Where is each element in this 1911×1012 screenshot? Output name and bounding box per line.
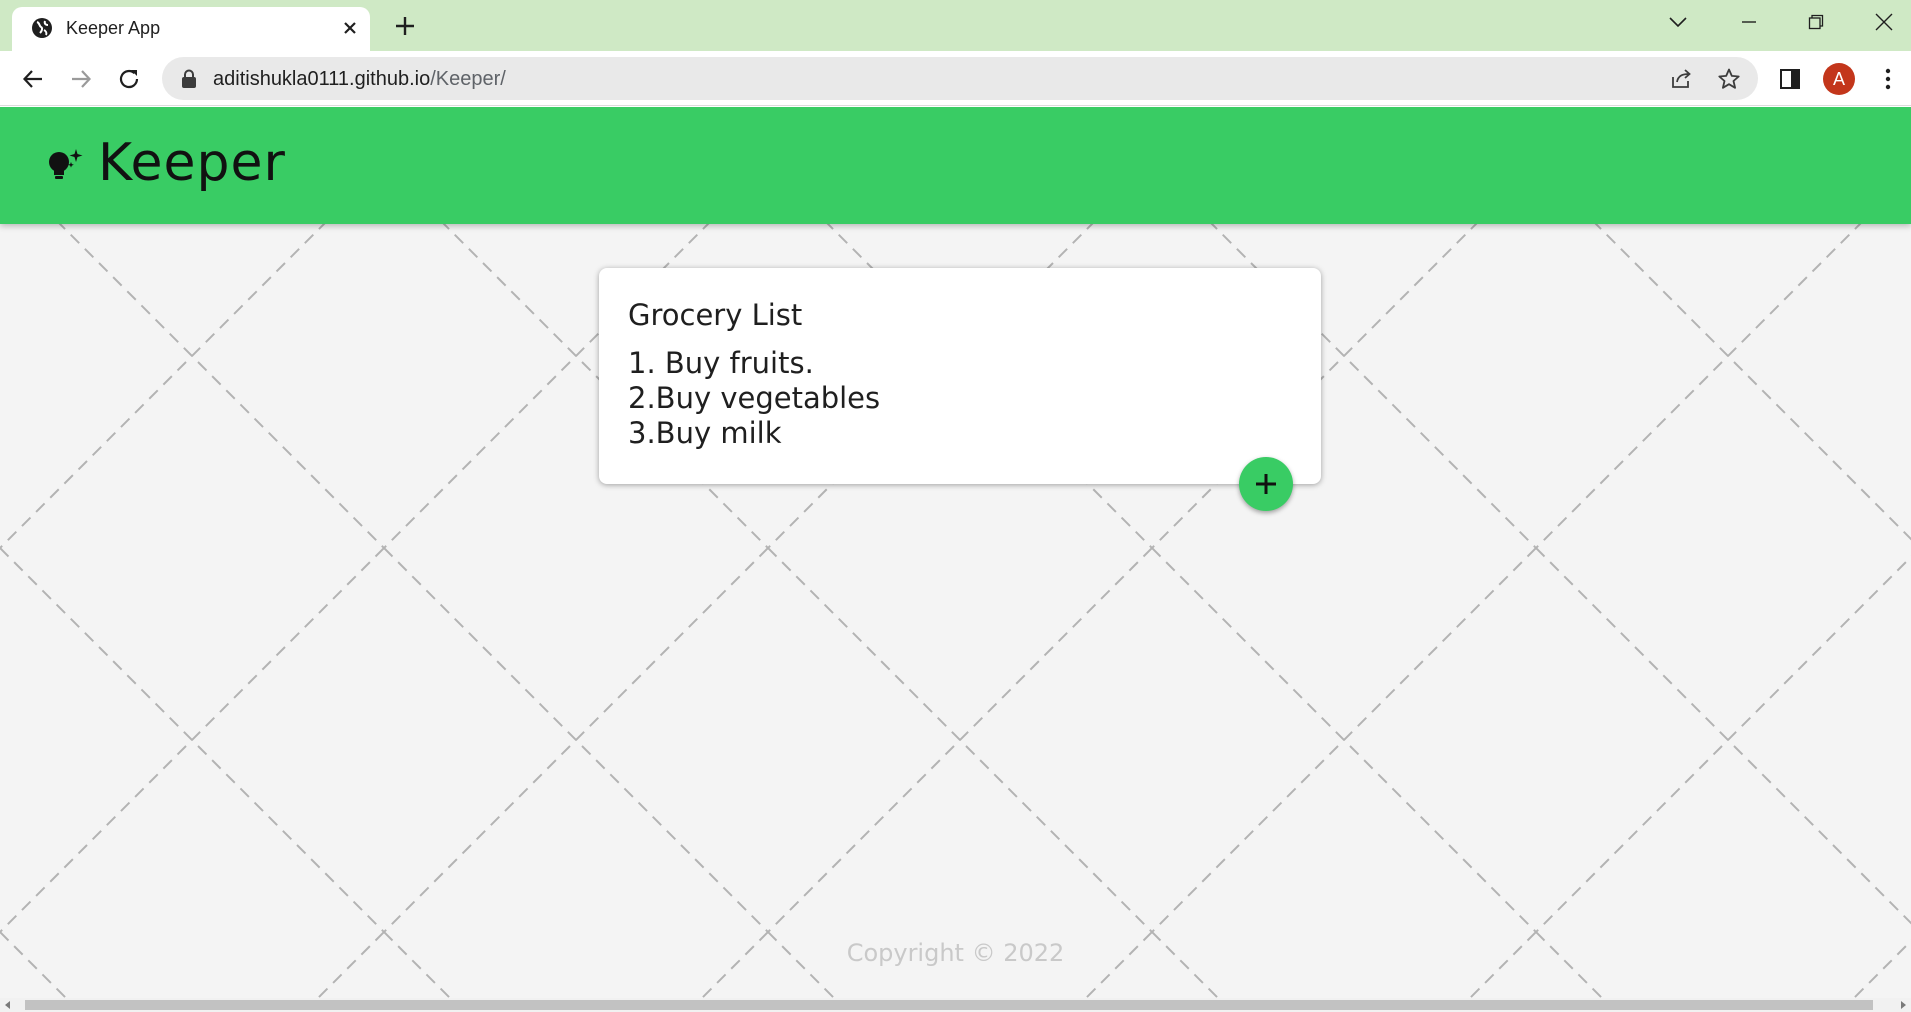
app-logo-text: Keeper xyxy=(98,133,286,193)
page-viewport: Keeper Grocery List 1. Buy fruits. 2.Buy… xyxy=(0,107,1911,998)
horizontal-scrollbar[interactable] xyxy=(0,998,1911,1012)
forward-button[interactable] xyxy=(63,61,99,97)
add-note-button[interactable] xyxy=(1239,457,1293,511)
lock-icon xyxy=(182,69,196,88)
arrow-left-icon xyxy=(22,70,42,88)
side-panel-button[interactable] xyxy=(1772,61,1808,97)
note-card[interactable]: Grocery List 1. Buy fruits. 2.Buy vegeta… xyxy=(599,268,1321,484)
globe-icon xyxy=(32,18,52,38)
note-title: Grocery List xyxy=(628,298,803,332)
scroll-left-arrow-icon[interactable] xyxy=(3,1000,13,1010)
back-button[interactable] xyxy=(15,61,51,97)
plus-icon xyxy=(1256,474,1276,494)
close-window-button[interactable] xyxy=(1866,6,1902,38)
more-vertical-icon xyxy=(1885,68,1891,90)
tab-keeper-app[interactable]: Keeper App xyxy=(12,7,370,51)
note-line: 1. Buy fruits. xyxy=(628,346,814,380)
address-bar[interactable]: aditishukla0111.github.io/Keeper/ xyxy=(162,57,1758,100)
share-icon[interactable] xyxy=(1667,65,1695,93)
restore-icon xyxy=(1808,14,1824,30)
new-tab-button[interactable] xyxy=(389,10,421,42)
close-tab-icon[interactable] xyxy=(338,16,362,40)
url-path: /Keeper/ xyxy=(430,68,506,90)
bookmark-star-icon[interactable] xyxy=(1715,65,1743,93)
note-line: 3.Buy milk xyxy=(628,416,782,450)
browser-menu-button[interactable] xyxy=(1870,61,1906,97)
arrow-right-icon xyxy=(72,70,92,88)
chevron-down-icon xyxy=(1669,17,1687,28)
note-line: 2.Buy vegetables xyxy=(628,381,881,415)
minimize-button[interactable] xyxy=(1731,6,1767,38)
tab-title: Keeper App xyxy=(66,18,161,38)
minimize-icon xyxy=(1742,21,1756,23)
reload-button[interactable] xyxy=(111,61,147,97)
tab-strip: Keeper App xyxy=(0,0,1911,51)
scroll-right-arrow-icon[interactable] xyxy=(1898,1000,1908,1010)
side-panel-icon xyxy=(1780,69,1800,89)
lightbulb-icon xyxy=(49,149,83,179)
url-host: aditishukla0111.github.io xyxy=(213,68,431,90)
browser-toolbar: aditishukla0111.github.io/Keeper/ A xyxy=(0,51,1911,106)
close-icon xyxy=(1875,13,1893,31)
plus-icon xyxy=(396,17,414,35)
url-text: aditishukla0111.github.io/Keeper/ xyxy=(213,68,506,91)
profile-avatar[interactable]: A xyxy=(1823,63,1855,95)
restore-button[interactable] xyxy=(1798,6,1834,38)
reload-icon xyxy=(119,69,139,89)
footer-copyright: Copyright © 2022 xyxy=(846,939,1065,967)
scrollbar-thumb[interactable] xyxy=(25,1000,1873,1010)
app-header: Keeper xyxy=(0,107,1911,224)
tab-search-button[interactable] xyxy=(1660,6,1696,38)
